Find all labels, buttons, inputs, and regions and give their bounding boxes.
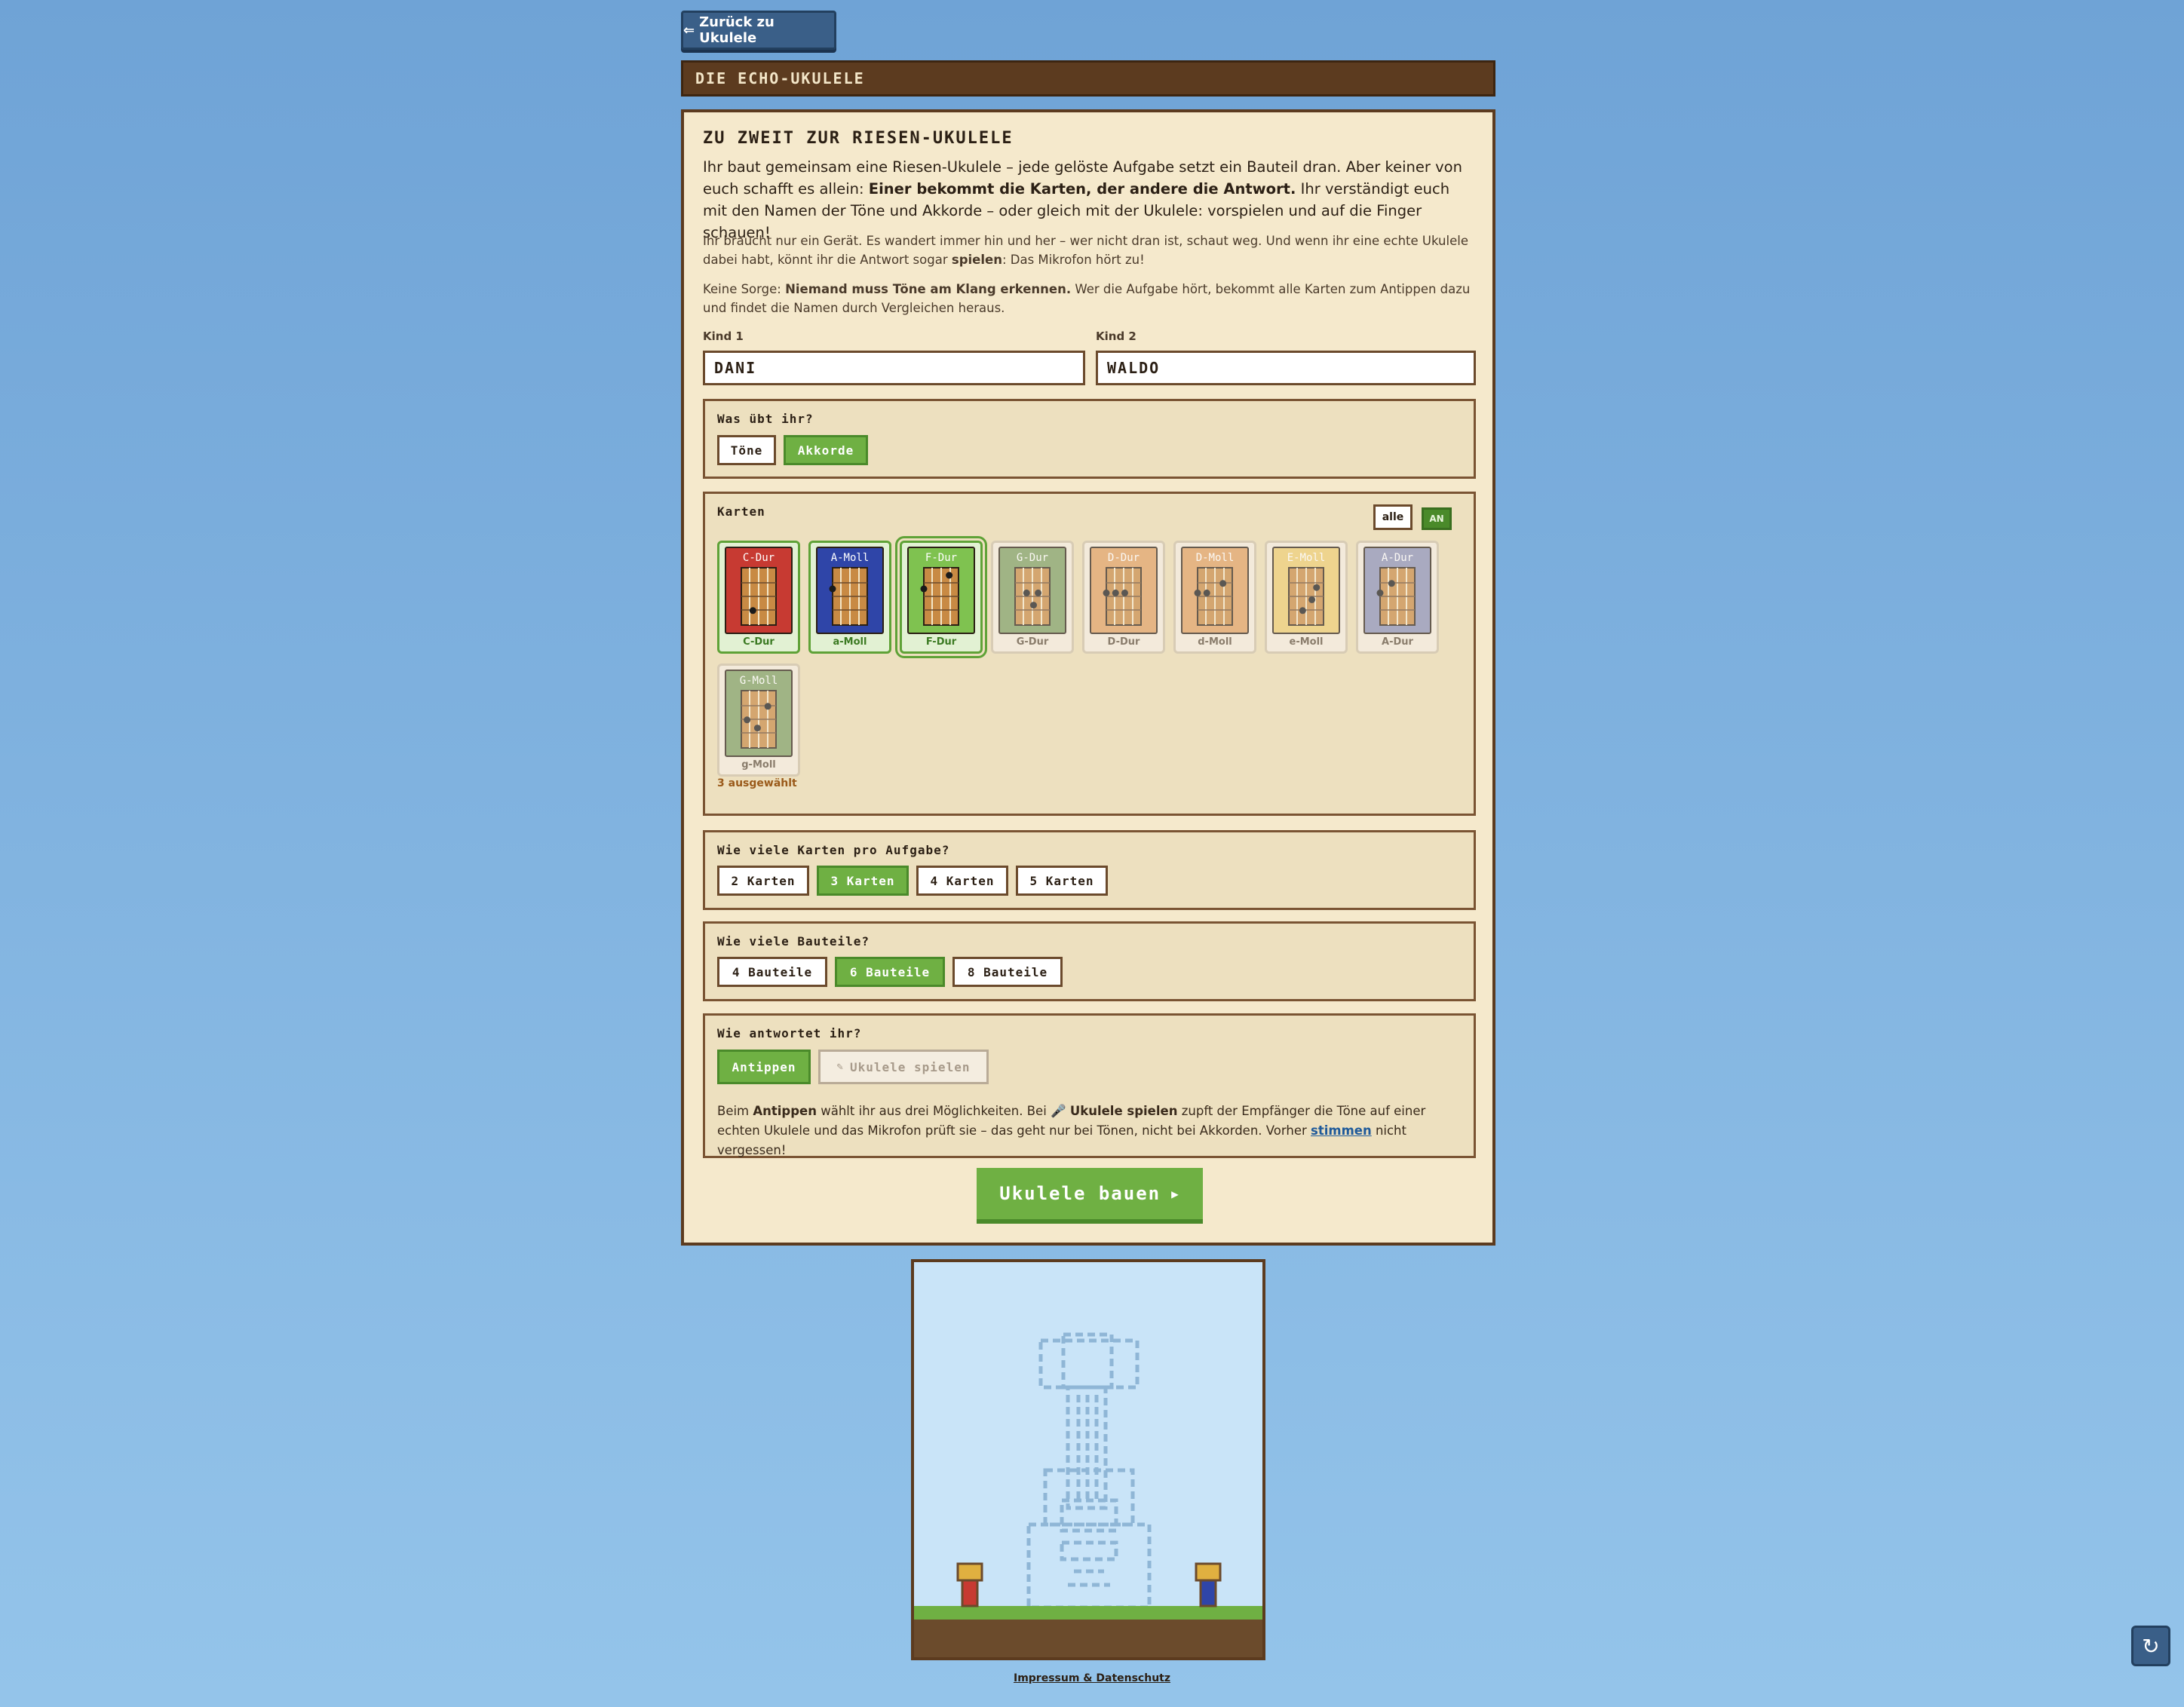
chord-diagram: A-Moll <box>816 547 884 634</box>
kid1-name-input[interactable]: DANI <box>703 351 1085 385</box>
chord-card-title: F-Dur <box>925 552 957 564</box>
cards-toggle-button[interactable]: AN <box>1422 507 1452 530</box>
chord-card-label: G-Dur <box>1016 636 1049 648</box>
answer-tap-button[interactable]: Antippen <box>717 1050 811 1084</box>
ghost-body-lower <box>1026 1522 1152 1610</box>
ground <box>914 1620 1262 1657</box>
select-all-button[interactable]: alle <box>1373 504 1413 530</box>
chord-card-label: D-Dur <box>1107 636 1140 648</box>
practice-section: Was übt ihr? Töne Akkorde <box>703 399 1476 479</box>
parts-title: Wie viele Bauteile? <box>717 934 870 949</box>
chord-diagram: C-Dur <box>725 547 793 634</box>
reload-button[interactable]: ↻ <box>2131 1626 2170 1666</box>
setup-panel: ZU ZWEIT ZUR RIESEN-UKULELE Ihr baut gem… <box>681 109 1495 1246</box>
chord-card-label: C-Dur <box>743 636 775 648</box>
cards-per-task-title: Wie viele Karten pro Aufgabe? <box>717 843 950 857</box>
ghost-headstock <box>1038 1338 1140 1390</box>
back-to-ukulele-button[interactable]: ⇐ Zurück zu Ukulele <box>681 11 836 50</box>
parts-section: Wie viele Bauteile? 4 Bauteile 6 Bauteil… <box>703 921 1476 1001</box>
cards-section: Karten alle AN C-Dur C-Dur A-Moll a-Moll F-D… <box>703 492 1476 816</box>
chord-card-label: e-Moll <box>1289 636 1324 648</box>
chord-card-title: G-Moll <box>740 675 778 687</box>
practice-option-akkorde[interactable]: Akkorde <box>784 435 868 465</box>
chord-card-title: C-Dur <box>743 552 775 564</box>
answer-mode-section: Wie antwortet ihr? Antippen ✎ Ukulele sp… <box>703 1013 1476 1158</box>
chord-card-g-moll[interactable]: G-Moll g-Moll <box>717 663 800 777</box>
kid2-name-input[interactable]: WALDO <box>1096 351 1476 385</box>
chord-card-title: G-Dur <box>1017 552 1048 564</box>
kid2-label: Kind 2 <box>1096 329 1136 343</box>
page-title-bar: DIE ECHO-UKULELE <box>681 60 1495 97</box>
chord-card-label: F-Dur <box>925 636 957 648</box>
answer-play-ukulele-button[interactable]: ✎ Ukulele spielen <box>818 1050 989 1084</box>
answer-play-ukulele-label: Ukulele spielen <box>849 1059 971 1074</box>
microphone-icon: 🎤 <box>1051 1104 1070 1118</box>
chord-card-e-moll[interactable]: E-Moll e-Moll <box>1265 541 1348 654</box>
panel-title: ZU ZWEIT ZUR RIESEN-UKULELE <box>703 129 1014 148</box>
chord-diagram: G-Moll <box>725 670 793 757</box>
chord-card-title: A-Moll <box>831 552 870 564</box>
kid1-label: Kind 1 <box>703 329 744 343</box>
selected-count: 3 ausgewählt <box>717 777 797 789</box>
play-triangle-icon: ▶ <box>1171 1186 1180 1201</box>
device-note: Ihr braucht nur ein Gerät. Es wandert im… <box>703 234 1468 267</box>
per-task-option-2[interactable]: 2 Karten <box>717 866 809 896</box>
parts-option-8[interactable]: 8 Bauteile <box>952 957 1063 987</box>
chord-card-a-dur[interactable]: A-Dur A-Dur <box>1356 541 1439 654</box>
ukulele-build-scene <box>911 1259 1265 1660</box>
page-title: DIE ECHO-UKULELE <box>695 69 865 87</box>
tuning-link[interactable]: stimmen <box>1311 1123 1372 1138</box>
imprint-link[interactable]: Impressum & Datenschutz <box>0 1672 2184 1684</box>
back-button-label: Zurück zu Ukulele <box>699 14 775 46</box>
chord-card-d-dur[interactable]: D-Dur D-Dur <box>1082 541 1165 654</box>
per-task-option-5[interactable]: 5 Karten <box>1016 866 1108 896</box>
chord-card-label: d-Moll <box>1198 636 1232 648</box>
arrow-left-icon: ⇐ <box>683 22 695 38</box>
chord-card-title: D-Moll <box>1196 552 1235 564</box>
no-worry-note: Keine Sorge: Niemand muss Töne am Klang … <box>703 282 1471 315</box>
pencil-icon: ✎ <box>836 1061 844 1073</box>
chord-card-c-dur[interactable]: C-Dur C-Dur <box>717 541 800 654</box>
parts-option-6[interactable]: 6 Bauteile <box>835 957 945 987</box>
chord-card-title: E-Moll <box>1287 552 1326 564</box>
answer-help-text: Beim Antippen wählt ihr aus drei Möglich… <box>717 1104 1426 1157</box>
scene-drawing <box>914 1332 1262 1657</box>
player2-figure <box>1195 1562 1222 1607</box>
grass <box>914 1606 1262 1620</box>
chord-diagram: F-Dur <box>907 547 975 634</box>
chord-diagram: E-Moll <box>1272 547 1340 634</box>
chord-card-d-moll[interactable]: D-Moll d-Moll <box>1173 541 1256 654</box>
chord-diagram: G-Dur <box>998 547 1066 634</box>
practice-title: Was übt ihr? <box>717 412 814 426</box>
chord-diagram: D-Moll <box>1181 547 1249 634</box>
chord-card-f-dur[interactable]: F-Dur F-Dur <box>895 536 987 658</box>
chord-card-title: A-Dur <box>1382 552 1413 564</box>
refresh-icon: ↻ <box>2142 1633 2160 1659</box>
per-task-option-4[interactable]: 4 Karten <box>916 866 1008 896</box>
cards-title: Karten <box>717 504 765 519</box>
build-button-label: Ukulele bauen <box>999 1183 1161 1204</box>
chord-diagram: A-Dur <box>1363 547 1431 634</box>
chord-diagram: D-Dur <box>1090 547 1158 634</box>
chord-card-label: A-Dur <box>1382 636 1413 648</box>
chord-card-a-moll[interactable]: A-Moll a-Moll <box>808 541 891 654</box>
answer-mode-title: Wie antwortet ihr? <box>717 1026 862 1040</box>
per-task-option-3[interactable]: 3 Karten <box>817 866 909 896</box>
player1-figure <box>956 1562 983 1607</box>
build-ukulele-button[interactable]: Ukulele bauen ▶ <box>977 1168 1203 1224</box>
chord-card-g-dur[interactable]: G-Dur G-Dur <box>991 541 1074 654</box>
cards-per-task-section: Wie viele Karten pro Aufgabe? 2 Karten 3… <box>703 830 1476 910</box>
practice-option-toene[interactable]: Töne <box>717 435 776 465</box>
intro-text: Ihr baut gemeinsam eine Riesen-Ukulele –… <box>703 158 1462 241</box>
chord-card-title: D-Dur <box>1108 552 1140 564</box>
parts-option-4[interactable]: 4 Bauteile <box>717 957 827 987</box>
chord-card-label: a-Moll <box>833 636 867 648</box>
chord-card-label: g-Moll <box>741 759 776 771</box>
